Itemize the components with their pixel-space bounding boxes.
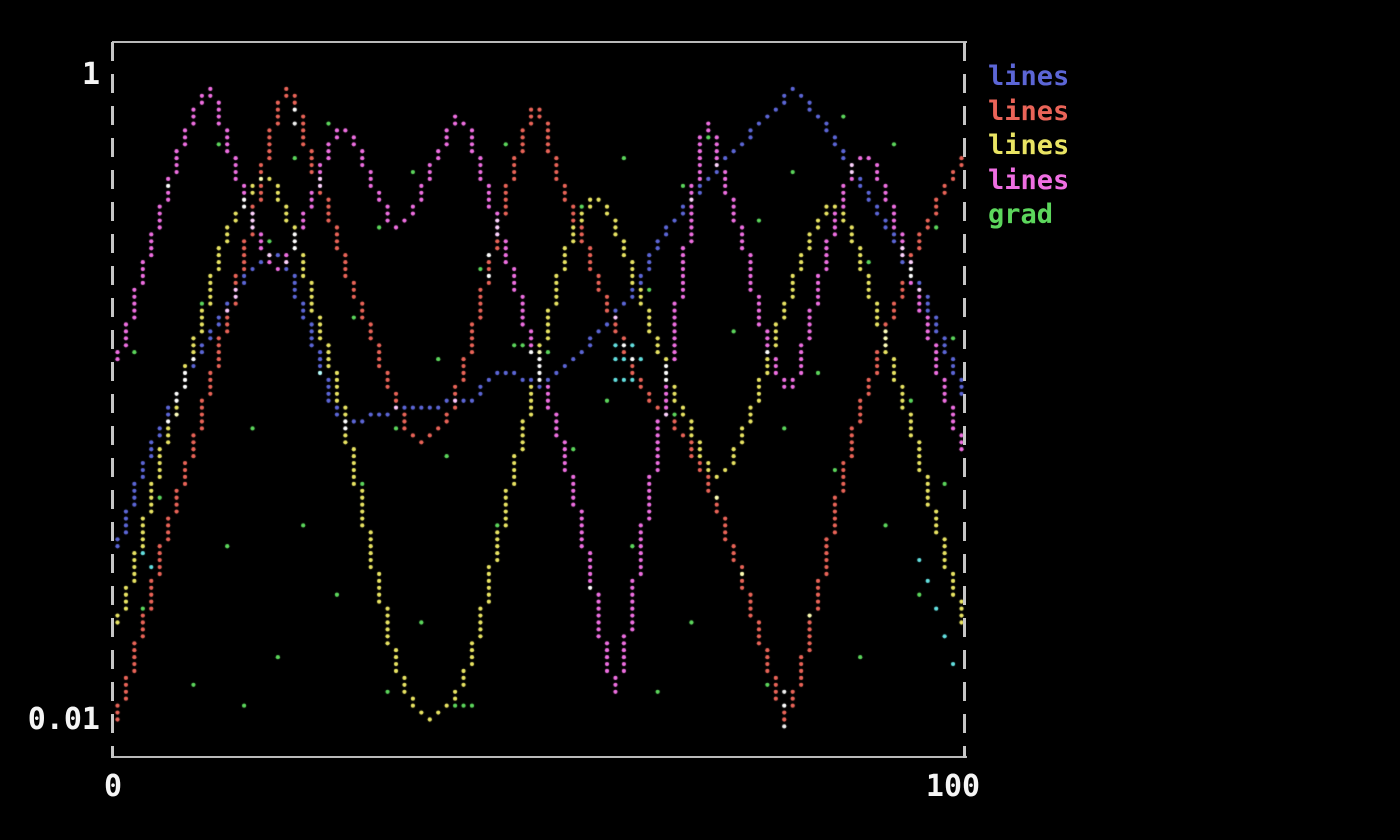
y-axis-label-max: 1: [0, 59, 100, 91]
terminal-plot-screen: 1 0.01 0 100 lineslineslineslinesgrad: [0, 0, 1400, 840]
plot-border-right: [963, 42, 966, 758]
plot-border-left: [111, 42, 114, 758]
plot-canvas: [0, 0, 1400, 840]
legend-item-lines-3: lines: [988, 164, 1069, 199]
x-axis-label-min: 0: [83, 771, 143, 803]
plot-border-top: [112, 41, 967, 43]
x-axis-label-max: 100: [903, 771, 1003, 803]
legend-item-lines-1: lines: [988, 95, 1069, 130]
y-axis-label-min: 0.01: [0, 704, 100, 736]
plot-border-bottom: [112, 756, 967, 758]
legend-item-lines-0: lines: [988, 60, 1069, 95]
legend-item-lines-2: lines: [988, 129, 1069, 164]
legend-item-grad-4: grad: [988, 198, 1069, 233]
legend: lineslineslineslinesgrad: [988, 60, 1069, 233]
